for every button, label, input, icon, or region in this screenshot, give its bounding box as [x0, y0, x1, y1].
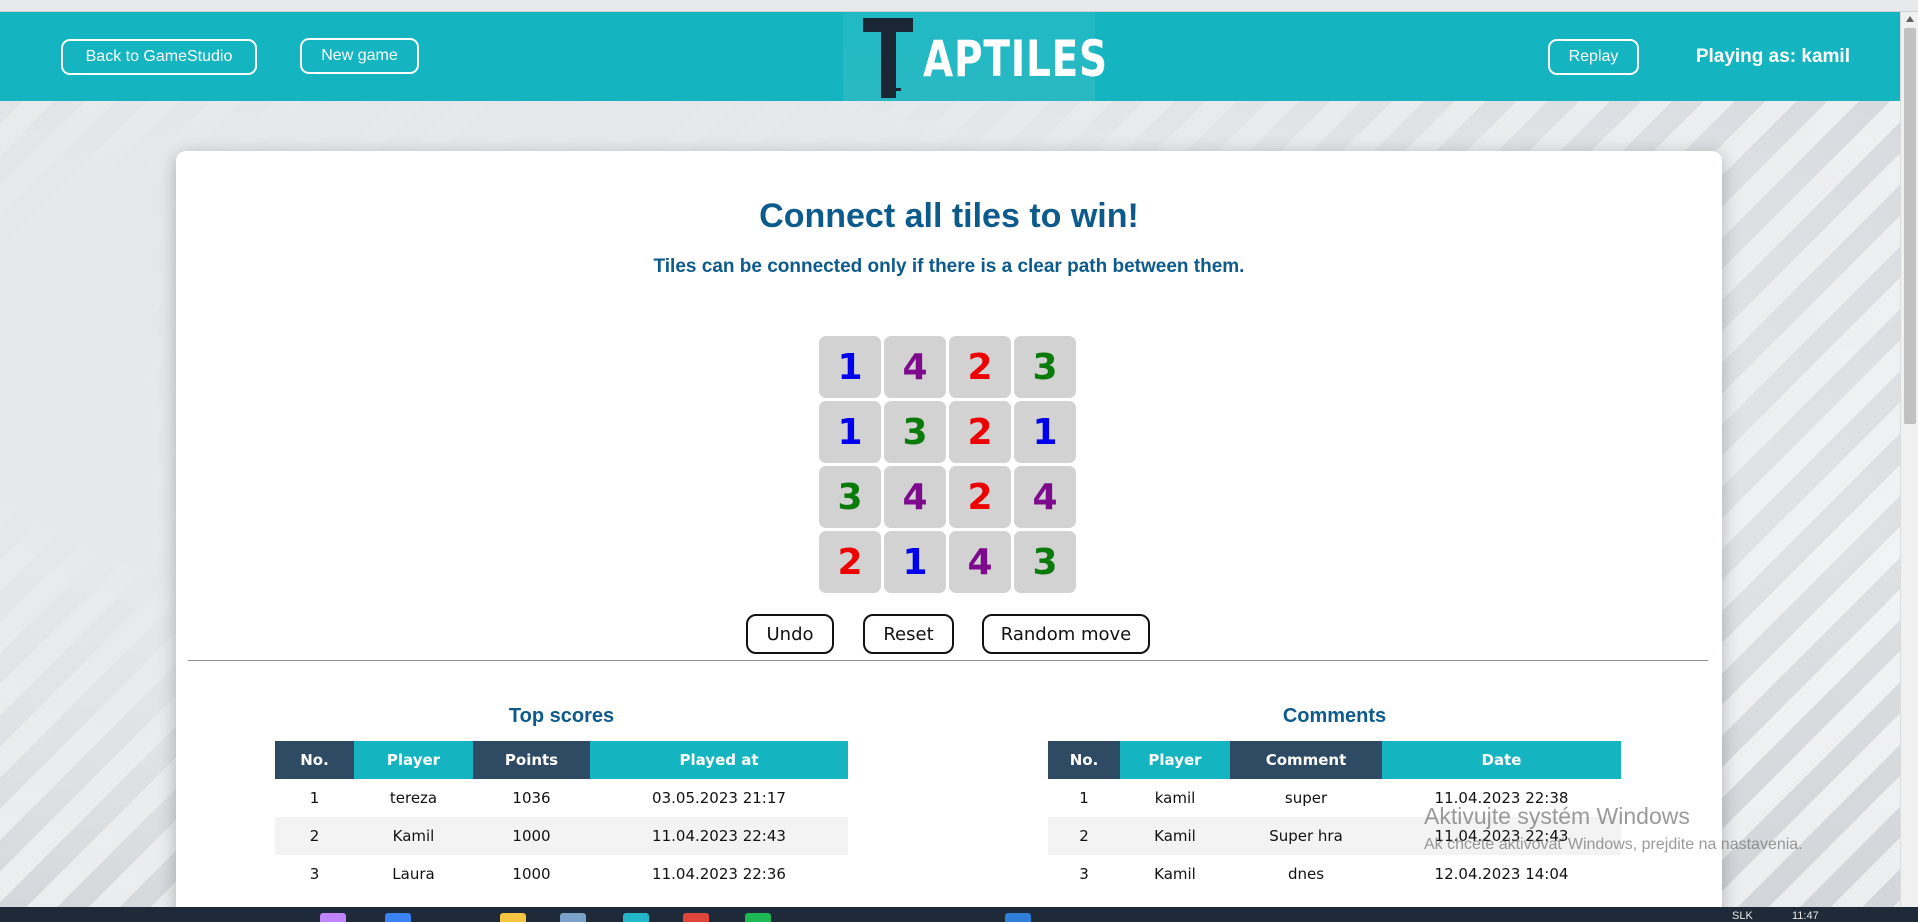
replay-button[interactable]: Replay [1548, 39, 1639, 75]
tile[interactable]: 1 [819, 336, 881, 398]
taskbar-folder-icon[interactable] [500, 913, 526, 922]
top-scores-table: No. Player Points Played at 1 tereza 103… [275, 741, 848, 893]
taskbar-clock[interactable]: 11:47 [1792, 910, 1819, 922]
comment-text: Super hra [1230, 817, 1382, 855]
tile[interactable]: 1 [819, 401, 881, 463]
scrollbar-thumb[interactable] [1904, 28, 1916, 424]
taskbar-app-icon[interactable] [320, 913, 346, 922]
page-scrollbar[interactable] [1900, 12, 1918, 907]
scores-col-points: Points [473, 741, 590, 779]
windows-activation-hint: Ak chcete aktivovať Windows, prejdite na… [1424, 836, 1803, 853]
tile[interactable]: 2 [949, 401, 1011, 463]
taskbar-chrome-icon[interactable] [683, 913, 709, 922]
comment-text: dnes [1230, 855, 1382, 893]
tile[interactable]: 3 [1014, 531, 1076, 593]
taskbar-spotify-icon[interactable] [745, 913, 771, 922]
tile[interactable]: 2 [949, 336, 1011, 398]
comment-player: Kamil [1120, 855, 1230, 893]
section-divider [188, 660, 1708, 661]
table-row: 1 tereza 1036 03.05.2023 21:17 [275, 779, 848, 817]
playing-as-label: Playing as: kamil [1695, 46, 1850, 67]
score-no: 2 [275, 817, 354, 855]
comments-heading: Comments [1282, 705, 1387, 727]
tile[interactable]: 4 [949, 531, 1011, 593]
score-played-at: 03.05.2023 21:17 [590, 779, 848, 817]
score-no: 1 [275, 779, 354, 817]
game-subtitle: Tiles can be connected only if there is … [653, 256, 1245, 277]
comments-col-player: Player [1120, 741, 1230, 779]
random-move-button[interactable]: Random move [982, 614, 1150, 654]
scores-col-played-at: Played at [590, 741, 848, 779]
tile[interactable]: 2 [819, 531, 881, 593]
score-points: 1000 [473, 855, 590, 893]
score-player: tereza [354, 779, 473, 817]
tile[interactable]: 1 [884, 531, 946, 593]
tile[interactable]: 4 [1014, 466, 1076, 528]
score-played-at: 11.04.2023 22:43 [590, 817, 848, 855]
comment-no: 2 [1048, 817, 1120, 855]
logo-t-glyph [863, 18, 913, 98]
taskbar-app-icon[interactable] [623, 913, 649, 922]
taskbar-app-icon[interactable] [1005, 913, 1031, 922]
score-no: 3 [275, 855, 354, 893]
new-game-button[interactable]: New game [300, 38, 419, 74]
taptiles-logo: APTILES [843, 12, 1107, 101]
comment-no: 3 [1048, 855, 1120, 893]
tile[interactable]: 3 [884, 401, 946, 463]
tile[interactable]: 4 [884, 466, 946, 528]
table-row: 3 Laura 1000 11.04.2023 22:36 [275, 855, 848, 893]
comment-player: kamil [1120, 779, 1230, 817]
score-player: Kamil [354, 817, 473, 855]
tile[interactable]: 2 [949, 466, 1011, 528]
browser-top-strip [0, 0, 1918, 12]
scores-col-no: No. [275, 741, 354, 779]
taskbar-browser-icon[interactable] [385, 913, 411, 922]
score-played-at: 11.04.2023 22:36 [590, 855, 848, 893]
reset-button[interactable]: Reset [863, 614, 954, 654]
comment-text: super [1230, 779, 1382, 817]
taskbar-language[interactable]: SLK [1732, 910, 1753, 922]
taskbar-app-icon[interactable] [560, 913, 586, 922]
comments-col-no: No. [1048, 741, 1120, 779]
tile[interactable]: 1 [1014, 401, 1076, 463]
windows-taskbar: SLK 11:47 [0, 907, 1918, 922]
top-scores-heading: Top scores [508, 705, 615, 727]
scores-col-player: Player [354, 741, 473, 779]
comment-player: Kamil [1120, 817, 1230, 855]
comment-no: 1 [1048, 779, 1120, 817]
tile[interactable]: 3 [819, 466, 881, 528]
windows-activation-watermark: Aktivujte systém Windows [1424, 803, 1690, 829]
back-to-gamestudio-button[interactable]: Back to GameStudio [61, 39, 257, 75]
undo-button[interactable]: Undo [746, 614, 834, 654]
comments-col-comment: Comment [1230, 741, 1382, 779]
tile[interactable]: 4 [884, 336, 946, 398]
table-row: 3 Kamil dnes 12.04.2023 14:04 [1048, 855, 1621, 893]
score-points: 1036 [473, 779, 590, 817]
score-player: Laura [354, 855, 473, 893]
table-row: 2 Kamil 1000 11.04.2023 22:43 [275, 817, 848, 855]
game-title: Connect all tiles to win! [759, 197, 1139, 235]
app-header: Back to GameStudio New game APTILES Repl… [0, 12, 1900, 101]
logo-text: APTILES [923, 30, 1108, 88]
score-points: 1000 [473, 817, 590, 855]
comment-date: 12.04.2023 14:04 [1382, 855, 1621, 893]
tile[interactable]: 3 [1014, 336, 1076, 398]
comments-col-date: Date [1382, 741, 1621, 779]
scroll-up-arrow-icon[interactable] [1906, 16, 1914, 22]
